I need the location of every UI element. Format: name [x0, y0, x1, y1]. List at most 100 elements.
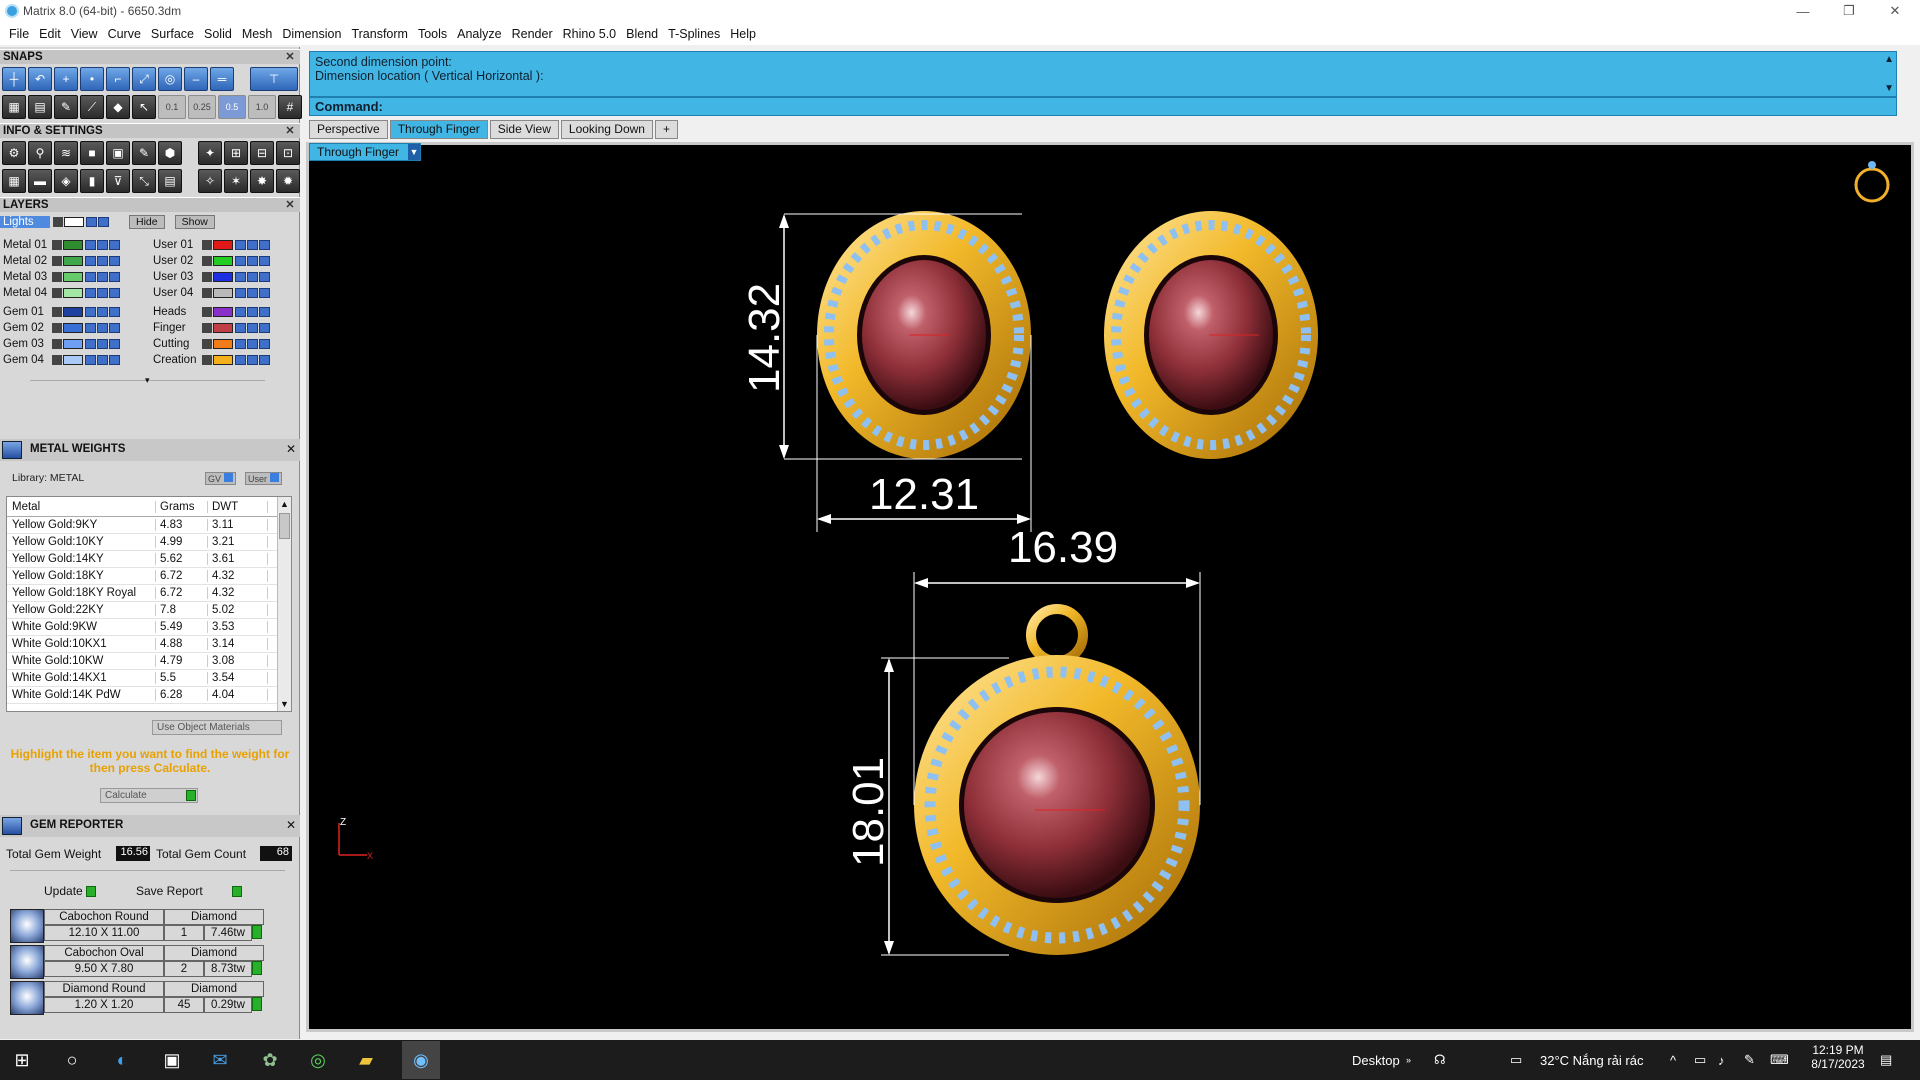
- layers-icon[interactable]: ≋: [54, 141, 78, 165]
- pencil-icon[interactable]: ✎: [54, 95, 78, 119]
- tab-through-finger[interactable]: Through Finger: [389, 120, 488, 139]
- arrow-icon[interactable]: [52, 339, 62, 349]
- menu-analyze[interactable]: Analyze: [452, 27, 506, 41]
- store-icon[interactable]: ▣: [160, 1048, 184, 1072]
- calculate-button[interactable]: Calculate: [100, 788, 198, 803]
- play-icon[interactable]: [252, 925, 262, 939]
- menu-tsplines[interactable]: T-Splines: [663, 27, 725, 41]
- close-icon[interactable]: ✕: [286, 818, 296, 832]
- menu-tools[interactable]: Tools: [413, 27, 452, 41]
- layer-visibility-buttons[interactable]: [235, 272, 270, 282]
- layer-row[interactable]: Gem 03: [0, 337, 120, 351]
- menu-render[interactable]: Render: [507, 27, 558, 41]
- layer-name[interactable]: Gem 04: [0, 354, 52, 366]
- layer-visibility-buttons[interactable]: [85, 307, 120, 317]
- snap-cross-icon[interactable]: +: [54, 67, 78, 91]
- settings-gear-icon[interactable]: ⚙: [2, 141, 26, 165]
- lights-buttons[interactable]: [86, 217, 109, 227]
- snap-value-10[interactable]: 1.0: [248, 95, 276, 119]
- layer-row[interactable]: User 04: [150, 286, 270, 300]
- material-icon[interactable]: ▮: [80, 169, 104, 193]
- windows-icon[interactable]: ▦: [2, 169, 26, 193]
- layer-visibility-buttons[interactable]: [85, 355, 120, 365]
- show-button[interactable]: Show: [174, 215, 215, 229]
- table-row[interactable]: Yellow Gold:18KY Royal 6.72 4.32: [7, 585, 291, 602]
- user-toggle[interactable]: User: [245, 472, 282, 485]
- layer-name[interactable]: Gem 03: [0, 338, 52, 350]
- tool-a-icon[interactable]: ✦: [198, 141, 222, 165]
- scroll-down-icon[interactable]: ▼: [1884, 83, 1894, 94]
- snap-value-025[interactable]: 0.25: [188, 95, 216, 119]
- close-icon[interactable]: ✕: [284, 50, 296, 63]
- layer-name[interactable]: Heads: [150, 306, 202, 318]
- layer-color-swatch[interactable]: [213, 240, 233, 250]
- layer-color-swatch[interactable]: [63, 272, 83, 282]
- layer-name[interactable]: Cutting: [150, 338, 202, 350]
- table-row[interactable]: Yellow Gold:18KY 6.72 4.32: [7, 568, 291, 585]
- layer-row[interactable]: Creation: [150, 353, 270, 367]
- snap-mid-icon[interactable]: ⤢: [132, 67, 156, 91]
- layer-row[interactable]: Metal 01: [0, 238, 120, 252]
- snap-value-01[interactable]: 0.1: [158, 95, 186, 119]
- menu-help[interactable]: Help: [725, 27, 761, 41]
- maximize-button[interactable]: ❐: [1826, 0, 1872, 22]
- layer-visibility-buttons[interactable]: [235, 339, 270, 349]
- layer-name[interactable]: Finger: [150, 322, 202, 334]
- menu-dimension[interactable]: Dimension: [277, 27, 346, 41]
- layer-name[interactable]: Metal 03: [0, 271, 52, 283]
- menu-edit[interactable]: Edit: [34, 27, 66, 41]
- search-icon[interactable]: ⚲: [28, 141, 52, 165]
- measure-icon[interactable]: ⟋: [80, 95, 104, 119]
- scroll-up-icon[interactable]: ▲: [280, 499, 289, 509]
- layer-row[interactable]: Finger: [150, 321, 270, 335]
- hide-button[interactable]: Hide: [129, 215, 165, 229]
- hash-icon[interactable]: #: [278, 95, 302, 119]
- mail-icon[interactable]: ✉: [208, 1048, 232, 1072]
- layer-row[interactable]: Heads: [150, 305, 270, 319]
- menu-view[interactable]: View: [66, 27, 103, 41]
- keyboard-icon[interactable]: ⌨: [1770, 1040, 1789, 1080]
- layer-name[interactable]: Gem 01: [0, 306, 52, 318]
- snap-grid-icon[interactable]: ┼: [2, 67, 26, 91]
- gem-entry[interactable]: Cabochon Round Diamond 12.10 X 11.00 1 7.46t…: [10, 909, 264, 943]
- arrow-icon[interactable]: [52, 355, 62, 365]
- close-icon[interactable]: ✕: [286, 442, 296, 456]
- layer-visibility-buttons[interactable]: [85, 256, 120, 266]
- arrow-icon[interactable]: [52, 307, 62, 317]
- gv-toggle[interactable]: GV: [205, 472, 236, 485]
- arrow-icon[interactable]: [52, 323, 62, 333]
- menu-file[interactable]: File: [4, 27, 34, 41]
- panel-icon[interactable]: ▬: [28, 169, 52, 193]
- grid-icon[interactable]: ▦: [2, 95, 26, 119]
- render-icon[interactable]: ◈: [54, 169, 78, 193]
- layer-visibility-buttons[interactable]: [235, 240, 270, 250]
- pendant[interactable]: [914, 604, 1200, 955]
- clock[interactable]: 12:19 PM 8/17/2023: [1808, 1043, 1868, 1071]
- layer-row[interactable]: Gem 02: [0, 321, 120, 335]
- arrow-icon[interactable]: [202, 339, 212, 349]
- gem-shape-icon[interactable]: [10, 909, 44, 943]
- layer-color-swatch[interactable]: [63, 355, 83, 365]
- menu-rhino[interactable]: Rhino 5.0: [558, 27, 622, 41]
- layer-visibility-buttons[interactable]: [85, 272, 120, 282]
- arrow-icon[interactable]: [52, 272, 62, 282]
- layer-row[interactable]: User 01: [150, 238, 270, 252]
- filter-icon[interactable]: ⊽: [106, 169, 130, 193]
- layer-visibility-buttons[interactable]: [85, 240, 120, 250]
- pointer-icon[interactable]: ↖: [132, 95, 156, 119]
- scroll-up-icon[interactable]: ▲: [1884, 54, 1894, 65]
- menu-transform[interactable]: Transform: [346, 27, 413, 41]
- edit-icon[interactable]: ✎: [132, 141, 156, 165]
- menu-solid[interactable]: Solid: [199, 27, 237, 41]
- weather-text[interactable]: 32°C Nắng rải rác: [1540, 1040, 1643, 1080]
- arrow-icon[interactable]: [202, 355, 212, 365]
- minimize-button[interactable]: —: [1780, 0, 1826, 22]
- browser-icon[interactable]: ◎: [306, 1048, 330, 1072]
- arrow-icon[interactable]: [53, 217, 63, 227]
- notification-icon[interactable]: ▤: [1880, 1040, 1892, 1080]
- search-icon[interactable]: ○: [60, 1048, 84, 1072]
- pen-icon[interactable]: ✎: [1744, 1040, 1755, 1080]
- layer-row[interactable]: Metal 03: [0, 270, 120, 284]
- layer-visibility-buttons[interactable]: [235, 288, 270, 298]
- tab-side-view[interactable]: Side View: [489, 120, 559, 139]
